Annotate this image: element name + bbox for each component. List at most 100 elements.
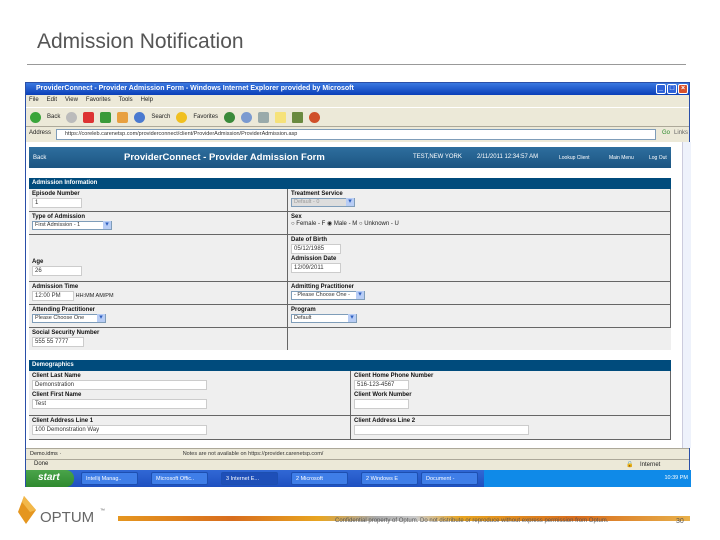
menu-help[interactable]: Help [141,97,153,103]
links-bar: Demo.idms · Notes are not available on h… [26,448,689,459]
address-line-1-input[interactable]: 100 Demonstration Way [32,425,207,435]
home-phone-label: Client Home Phone Number [354,373,434,379]
history-icon[interactable] [224,111,236,123]
vertical-scrollbar[interactable] [682,142,691,448]
page-content: Back ProviderConnect - Provider Admissio… [26,142,682,448]
taskbar-item[interactable]: 2 Windows E [361,472,418,485]
home-phone-input[interactable]: 516-123-4567 [354,380,409,390]
treatment-label: Treatment Service [291,191,343,197]
search-icon[interactable] [134,111,146,123]
start-button[interactable]: start [26,470,74,487]
title-divider [27,64,686,65]
program-label: Program [291,307,316,313]
minimize-button[interactable]: _ [656,84,666,94]
main-menu-link[interactable]: Main Menu [609,155,634,161]
security-zone: Internet [640,462,661,468]
taskbar-item[interactable]: Intellij Manag.. [81,472,138,485]
form-row: Attending Practitioner Please Choose One … [29,305,671,328]
sex-radio-male[interactable]: ◉ Male - M [327,221,357,227]
window-title: ProviderConnect - Provider Admission For… [36,85,354,92]
form-row: Social Security Number 555 55 7777 [29,328,671,350]
back-icon[interactable] [30,111,41,123]
back-link[interactable]: Back [33,155,46,161]
first-name-input[interactable]: Test [32,399,207,409]
age-label: Age [32,259,44,265]
work-number-input[interactable] [354,399,409,409]
svg-text:™: ™ [100,508,105,514]
admitting-practitioner-select[interactable]: - Please Choose One - [291,291,365,300]
window-title-bar: ProviderConnect - Provider Admission For… [26,83,689,95]
form-row: Age 26 Date of Birth 05/12/1985 Admission … [29,235,671,282]
clock: 10:39 PM [664,475,688,481]
taskbar-item[interactable]: Document - [421,472,478,485]
last-name-input[interactable]: Demonstration [32,380,207,390]
refresh-icon[interactable] [100,111,112,123]
links-button[interactable]: Links [674,130,688,136]
ssn-label: Social Security Number [32,330,100,336]
status-bar: Done 🔒 Internet [26,459,689,470]
favorites-icon[interactable] [176,111,188,123]
confidentiality-notice: Confidential property of Optum. Do not d… [335,518,609,524]
menu-file[interactable]: File [29,97,39,103]
taskbar-item[interactable]: 3 Internet E... [221,472,278,485]
messenger-icon[interactable] [309,111,321,123]
episode-input[interactable]: 1 [32,198,82,208]
favorites-button[interactable]: Favorites [193,114,218,120]
admitting-practitioner-label: Admitting Practitioner [291,284,355,290]
lock-icon: 🔒 [626,462,634,468]
menu-bar: File Edit View Favorites Tools Help [26,95,689,107]
sex-radio-unknown[interactable]: ○ Unknown - U [359,221,399,227]
admission-time-input[interactable]: 12:00 PM [32,291,74,301]
optum-logo: OPTUM ™ [18,496,105,526]
back-button[interactable]: Back [47,114,60,120]
log-out-link[interactable]: Log Out [649,155,667,161]
page-title: ProviderConnect - Provider Admission For… [124,152,325,163]
attending-practitioner-select[interactable]: Please Choose One [32,314,106,323]
toolbar: Back Search Favorites [26,107,689,127]
form-row: Client Last Name Demonstration Client Fir… [29,371,671,416]
form-row: Admission Time 12:00 PM HH:MM AM/PM Admit… [29,282,671,305]
close-button[interactable]: × [678,84,688,94]
treatment-select: Default - 0 [291,198,355,207]
stop-icon[interactable] [83,111,95,123]
address-line-1-label: Client Address Line 1 [32,418,94,424]
age-input[interactable]: 26 [32,266,82,276]
taskbar-item[interactable]: Microsoft Offic.. [151,472,208,485]
address-line-2-input[interactable] [354,425,529,435]
address-label: Address [29,130,52,136]
dob-label: Date of Birth [291,237,327,243]
research-icon[interactable] [292,111,304,123]
user-name: TEST,NEW YORK [413,154,462,160]
program-select[interactable]: Default [291,314,357,323]
address-input[interactable]: https://coreleb.carenetsp.com/providerco… [56,129,656,140]
sex-label: Sex [291,214,302,220]
taskbar-item[interactable]: 2 Microsoft [291,472,348,485]
sex-radio-female[interactable]: ○ Female - F [291,221,325,227]
admission-type-select[interactable]: First Admission - 1 [32,221,112,230]
search-button[interactable]: Search [151,114,170,120]
browser-window: ProviderConnect - Provider Admission For… [25,82,691,487]
links-bar-label[interactable]: Demo.idms · [30,451,61,457]
svg-text:OPTUM: OPTUM [40,509,94,526]
menu-tools[interactable]: Tools [119,97,133,103]
maximize-button[interactable]: □ [667,84,677,94]
forward-icon[interactable] [66,111,78,123]
admission-date-input[interactable]: 12/09/2011 [291,263,341,273]
dob-input[interactable]: 05/12/1985 [291,244,341,254]
home-icon[interactable] [117,111,129,123]
first-name-label: Client First Name [32,392,82,398]
date-time: 2/11/2011 12:34:57 AM [477,154,539,160]
work-number-label: Client Work Number [354,392,412,398]
form-row: Type of AdmissionFirst Admission - 1 Sex… [29,212,671,235]
admission-time-label: Admission Time [32,284,79,290]
go-button[interactable]: Go [662,130,670,136]
print-icon[interactable] [258,111,270,123]
mail-icon[interactable] [241,111,253,123]
status-text: Done [34,461,49,467]
menu-view[interactable]: View [65,97,78,103]
menu-favorites[interactable]: Favorites [86,97,111,103]
ssn-input[interactable]: 555 55 7777 [32,337,84,347]
menu-edit[interactable]: Edit [47,97,57,103]
lookup-client-link[interactable]: Lookup Client [559,155,590,161]
notes-icon[interactable] [275,111,287,123]
